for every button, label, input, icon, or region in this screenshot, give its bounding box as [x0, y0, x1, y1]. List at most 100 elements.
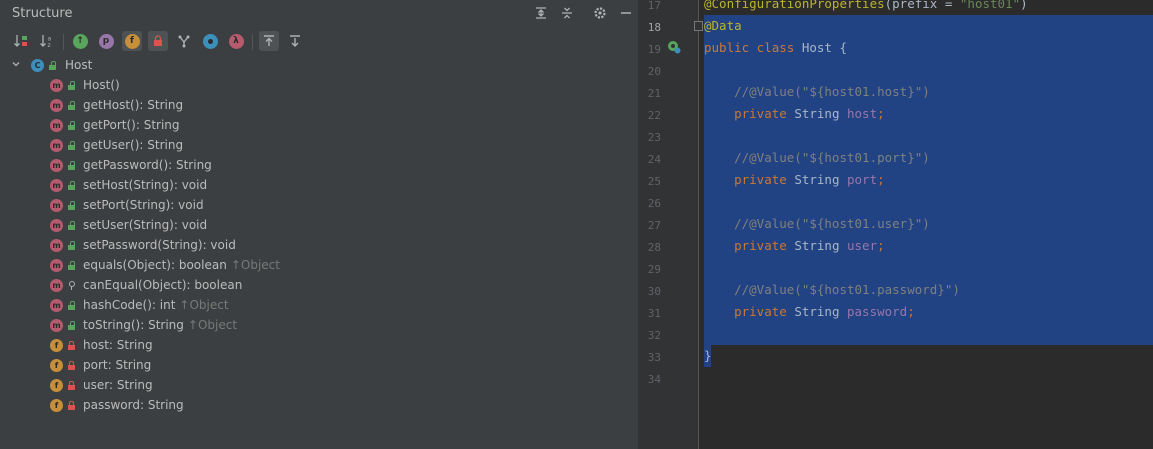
show-fields-icon[interactable]: f	[122, 31, 142, 51]
method-icon: m	[50, 119, 63, 132]
code-line[interactable]: public class Host {	[704, 37, 847, 59]
tree-method-row[interactable]: m setPassword(String): void	[0, 236, 638, 256]
structure-titlebar: Structure	[0, 0, 638, 27]
autoscroll-to-source-icon[interactable]	[259, 31, 279, 51]
private-lock-icon	[68, 401, 75, 410]
sort-by-visibility-icon[interactable]	[11, 31, 31, 51]
method-icon: m	[50, 79, 63, 92]
code-area[interactable]: @ConfigurationProperties(prefix = "host0…	[699, 0, 1153, 449]
line-number: 32	[647, 329, 661, 342]
code-line[interactable]: private String host;	[704, 103, 885, 125]
tree-item-label: equals(Object): boolean ↑Object	[83, 258, 280, 272]
code-line[interactable]: private String password;	[704, 301, 915, 323]
sort-alphabetically-icon[interactable]: az	[37, 31, 57, 51]
line-number: 29	[647, 263, 661, 276]
method-icon: m	[50, 259, 63, 272]
minimize-icon[interactable]	[616, 4, 636, 22]
tree-item-label: setPort(String): void	[83, 198, 204, 212]
method-icon: m	[50, 219, 63, 232]
tree-item-label: setHost(String): void	[83, 178, 207, 192]
tree-field-row[interactable]: f port: String	[0, 356, 638, 376]
code-token: ;	[877, 238, 885, 253]
structure-toolbar: az ↑ p f λ	[0, 28, 638, 55]
public-lock-icon	[68, 141, 75, 150]
code-token: host	[847, 106, 878, 121]
show-hierarchy-icon[interactable]	[174, 31, 194, 51]
line-number: 23	[647, 131, 661, 144]
code-line[interactable]: @ConfigurationProperties(prefix = "host0…	[704, 0, 1028, 15]
public-lock-icon	[68, 201, 75, 210]
class-icon: C	[31, 59, 44, 72]
code-token: String	[794, 106, 847, 121]
tree-item-signature: hashCode(): int	[83, 298, 176, 312]
code-line[interactable]: }	[704, 345, 712, 367]
tree-method-row[interactable]: m getPassword(): String	[0, 156, 638, 176]
code-line[interactable]: //@Value("${host01.password}")	[704, 279, 960, 301]
tree-method-row[interactable]: m toString(): String ↑Object	[0, 316, 638, 336]
tree-method-row[interactable]: m setUser(String): void	[0, 216, 638, 236]
tree-item-signature: getPassword(): String	[83, 158, 212, 172]
code-line[interactable]: //@Value("${host01.port}")	[704, 147, 930, 169]
tree-item-signature: setPassword(String): void	[83, 238, 236, 252]
tree-item-label: host: String	[83, 338, 153, 352]
code-token: //@Value("${host01.user}")	[704, 216, 930, 231]
tree-field-row[interactable]: f user: String	[0, 376, 638, 396]
show-anonymous-icon[interactable]	[200, 31, 220, 51]
tree-item-signature: getPort(): String	[83, 118, 180, 132]
tree-field-row[interactable]: f password: String	[0, 396, 638, 416]
inherited-from-label: ↑Object	[230, 258, 280, 272]
tree-method-row[interactable]: m hashCode(): int ↑Object	[0, 296, 638, 316]
tree-method-row[interactable]: m setHost(String): void	[0, 176, 638, 196]
code-token: @ConfigurationProperties	[704, 0, 885, 11]
gear-icon[interactable]	[590, 4, 610, 22]
tree-root-row[interactable]: C Host	[0, 56, 638, 76]
svg-text:z: z	[48, 42, 51, 49]
chevron-down-icon[interactable]	[11, 59, 21, 72]
code-line[interactable]: private String user;	[704, 235, 885, 257]
tree-method-row[interactable]: m equals(Object): boolean ↑Object	[0, 256, 638, 276]
show-properties-icon[interactable]: p	[96, 31, 116, 51]
line-number: 25	[647, 175, 661, 188]
code-line[interactable]: @Data	[704, 15, 742, 37]
tree-method-row[interactable]: m canEqual(Object): boolean	[0, 276, 638, 296]
tree-item-signature: host: String	[83, 338, 153, 352]
line-number: 28	[647, 241, 661, 254]
method-icon: m	[50, 139, 63, 152]
autoscroll-from-source-icon[interactable]	[285, 31, 305, 51]
collapse-all-icon[interactable]	[557, 4, 577, 22]
tree-item-signature: getUser(): String	[83, 138, 184, 152]
bean-gutter-icon[interactable]	[667, 40, 681, 54]
line-number: 19	[647, 43, 661, 56]
tree-method-row[interactable]: m getHost(): String	[0, 96, 638, 116]
show-lambdas-icon[interactable]: λ	[226, 31, 246, 51]
toolbar-separator	[63, 34, 64, 50]
method-icon: m	[50, 159, 63, 172]
public-lock-icon	[68, 321, 75, 330]
code-line[interactable]: //@Value("${host01.user}")	[704, 213, 930, 235]
line-number: 18	[647, 21, 661, 34]
package-private-icon	[68, 281, 75, 290]
line-number: 26	[647, 197, 661, 210]
tree-method-row[interactable]: m getUser(): String	[0, 136, 638, 156]
show-inherited-icon[interactable]: ↑	[70, 31, 90, 51]
line-number: 17	[647, 0, 661, 12]
tree-item-label: password: String	[83, 398, 184, 412]
expand-all-icon[interactable]	[531, 4, 551, 22]
code-token: private	[704, 172, 795, 187]
tree-method-row[interactable]: m getPort(): String	[0, 116, 638, 136]
tree-method-row[interactable]: m Host()	[0, 76, 638, 96]
code-token: )	[1020, 0, 1028, 11]
tree-field-row[interactable]: f host: String	[0, 336, 638, 356]
code-token: "host01"	[959, 0, 1021, 11]
show-non-public-icon[interactable]	[148, 31, 168, 51]
code-token: port	[847, 172, 878, 187]
tree-item-signature: toString(): String	[83, 318, 184, 332]
public-lock-icon	[68, 301, 75, 310]
code-line[interactable]: //@Value("${host01.host}")	[704, 81, 930, 103]
code-editor[interactable]: 17 18 19 20 21 22 23 24 25 26 27 28 29 30 31 32 33 34 @Co…	[639, 0, 1153, 449]
tree-method-row[interactable]: m setPort(String): void	[0, 196, 638, 216]
line-number-gutter[interactable]: 17 18 19 20 21 22 23 24 25 26 27 28 29 30 31 32 33 34	[639, 0, 703, 449]
code-line[interactable]: private String port;	[704, 169, 885, 191]
tree-item-label: setUser(String): void	[83, 218, 207, 232]
method-icon: m	[50, 279, 63, 292]
